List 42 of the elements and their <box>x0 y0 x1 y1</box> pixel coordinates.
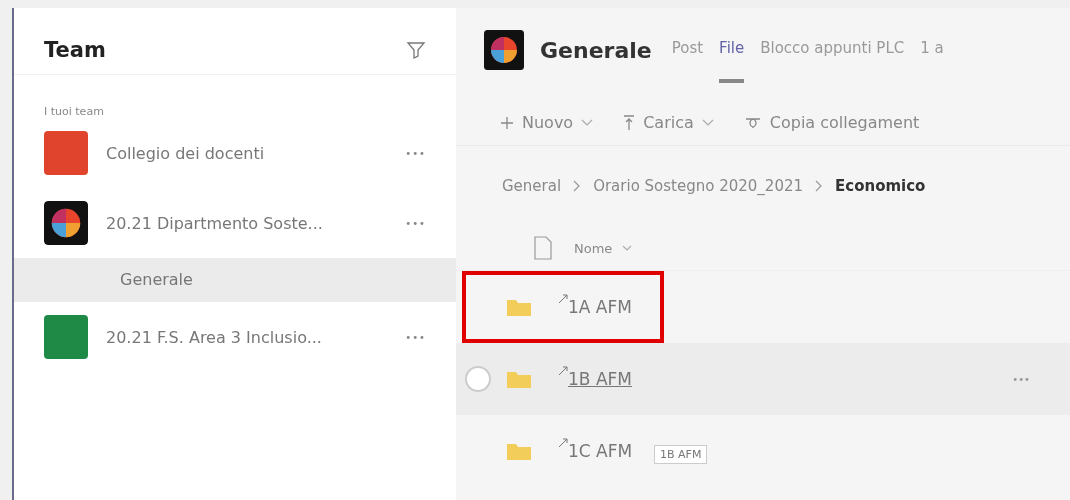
upload-icon <box>623 114 636 131</box>
breadcrumb-link[interactable]: Orario Sostegno 2020_2021 <box>593 177 803 195</box>
more-options-button[interactable]: ••• <box>1012 373 1030 385</box>
toolbar-button[interactable]: Copia collegament <box>769 113 920 132</box>
shared-icon <box>558 366 568 376</box>
shared-icon <box>558 438 568 448</box>
toolbar-button[interactable]: Carica <box>643 113 694 132</box>
file-icon <box>534 236 552 260</box>
more-options-button[interactable]: ••• <box>405 147 426 159</box>
chevron-icon <box>573 180 582 192</box>
channel-title: Generale <box>540 37 652 63</box>
section-label: I tuoi team <box>43 104 105 118</box>
shared-icon <box>558 294 568 304</box>
team-name[interactable]: 20.21 F.S. Area 3 Inclusio... <box>106 327 388 347</box>
filter-icon[interactable] <box>406 40 426 60</box>
sidebar-title: Team <box>44 38 106 62</box>
breadcrumb-link[interactable]: General <box>502 177 562 195</box>
file-row[interactable]: 1B AFM <box>462 343 664 415</box>
caret-icon <box>581 118 594 127</box>
toolbar-button[interactable]: Nuovo <box>522 113 574 132</box>
folder-icon <box>506 369 532 389</box>
more-options-button[interactable]: ••• <box>405 217 426 229</box>
caret-icon <box>622 244 633 252</box>
tab[interactable]: Blocco appunti PLC <box>760 17 905 83</box>
channel-item[interactable]: Generale <box>14 258 456 302</box>
chevron-icon <box>815 180 823 192</box>
column-header[interactable]: Nome <box>574 240 613 256</box>
tab[interactable]: File <box>719 17 745 83</box>
more-options-button[interactable]: ••• <box>405 331 426 343</box>
select-radio[interactable] <box>465 366 491 392</box>
tooltip: 1B AFM <box>654 445 708 464</box>
tab[interactable]: 1 a <box>920 17 944 83</box>
folder-icon <box>506 441 532 461</box>
file-row[interactable]: 1A AFM <box>462 271 664 343</box>
breadcrumb-link[interactable]: Economico <box>835 177 926 195</box>
plus-icon <box>500 115 514 130</box>
folder-icon <box>506 297 532 317</box>
tab[interactable]: Post <box>671 17 704 83</box>
team-name[interactable]: 20.21 Dipartmento Soste... <box>106 213 388 233</box>
caret-icon <box>701 118 714 127</box>
link-icon <box>743 115 762 130</box>
team-name[interactable]: Collegio dei docenti <box>106 143 388 163</box>
